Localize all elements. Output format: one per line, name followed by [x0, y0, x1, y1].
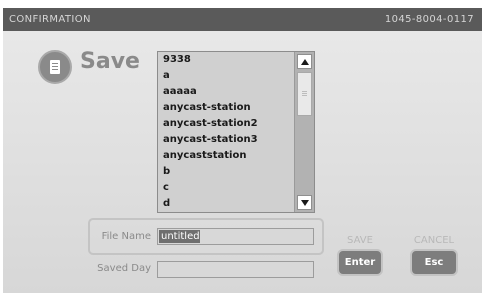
document-icon [38, 50, 72, 84]
save-enter-button[interactable]: Enter [337, 249, 383, 276]
list-item[interactable]: c [158, 180, 294, 196]
dialog-title: CONFIRMATION [9, 14, 91, 25]
list-item[interactable]: b [158, 164, 294, 180]
list-item[interactable]: anycast-station3 [158, 132, 294, 148]
title-bar: CONFIRMATION 1045-8004-0117 [3, 8, 482, 31]
file-name-label: File Name [101, 231, 151, 242]
file-name-value: untitled [159, 230, 200, 243]
dialog-code: 1045-8004-0117 [384, 14, 474, 25]
scroll-thumb[interactable] [297, 72, 312, 116]
confirmation-dialog: CONFIRMATION 1045-8004-0117 Save 9338 a … [0, 0, 485, 300]
arrow-down-icon [301, 200, 309, 206]
file-list[interactable]: 9338 a aaaaa anycast-station anycast-sta… [157, 51, 315, 213]
list-item[interactable]: anycast-station2 [158, 116, 294, 132]
list-item[interactable]: anycaststation [158, 148, 294, 164]
cancel-esc-button[interactable]: Esc [410, 249, 458, 276]
file-list-items: 9338 a aaaaa anycast-station anycast-sta… [158, 52, 294, 212]
list-item[interactable]: a [158, 68, 294, 84]
saved-day-field [157, 261, 314, 278]
list-item[interactable]: 9338 [158, 52, 294, 68]
scroll-down-button[interactable] [297, 195, 312, 210]
page-title: Save [80, 49, 140, 74]
file-name-input[interactable]: untitled [157, 228, 314, 245]
cancel-action-label: CANCEL [413, 235, 455, 246]
list-item[interactable]: anycast-station [158, 100, 294, 116]
arrow-up-icon [301, 59, 309, 65]
saved-day-label: Saved Day [97, 263, 151, 274]
grip-icon [302, 91, 307, 92]
list-item[interactable]: aaaaa [158, 84, 294, 100]
scroll-up-button[interactable] [297, 54, 312, 69]
list-scrollbar[interactable] [294, 52, 314, 212]
list-item[interactable]: d [158, 196, 294, 212]
save-action-label: SAVE [347, 235, 373, 246]
